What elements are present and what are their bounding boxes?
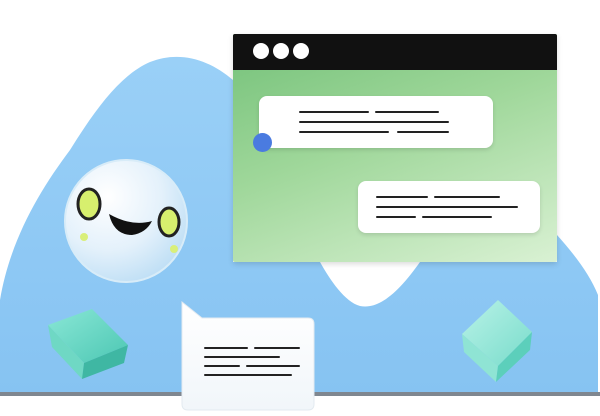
text-line — [422, 216, 492, 218]
smiley-face-icon — [64, 159, 188, 283]
online-status-dot — [253, 133, 272, 152]
window-titlebar — [233, 34, 557, 70]
cube-icon — [48, 309, 128, 379]
chat-window — [233, 34, 557, 262]
document-note-icon — [181, 300, 315, 411]
illustration-stage — [0, 0, 600, 416]
text-line — [397, 131, 449, 133]
chat-bubble-outgoing — [358, 181, 540, 233]
window-dot-icon — [293, 43, 309, 59]
text-line — [299, 121, 449, 123]
text-line — [434, 196, 500, 198]
text-line — [375, 111, 439, 113]
text-line — [376, 216, 416, 218]
window-dot-icon — [253, 43, 269, 59]
cube-icon — [462, 300, 532, 382]
text-line — [376, 196, 428, 198]
chat-bubble-incoming — [259, 96, 493, 148]
window-dot-icon — [273, 43, 289, 59]
text-line — [299, 111, 369, 113]
text-line — [376, 206, 518, 208]
text-line — [299, 131, 389, 133]
